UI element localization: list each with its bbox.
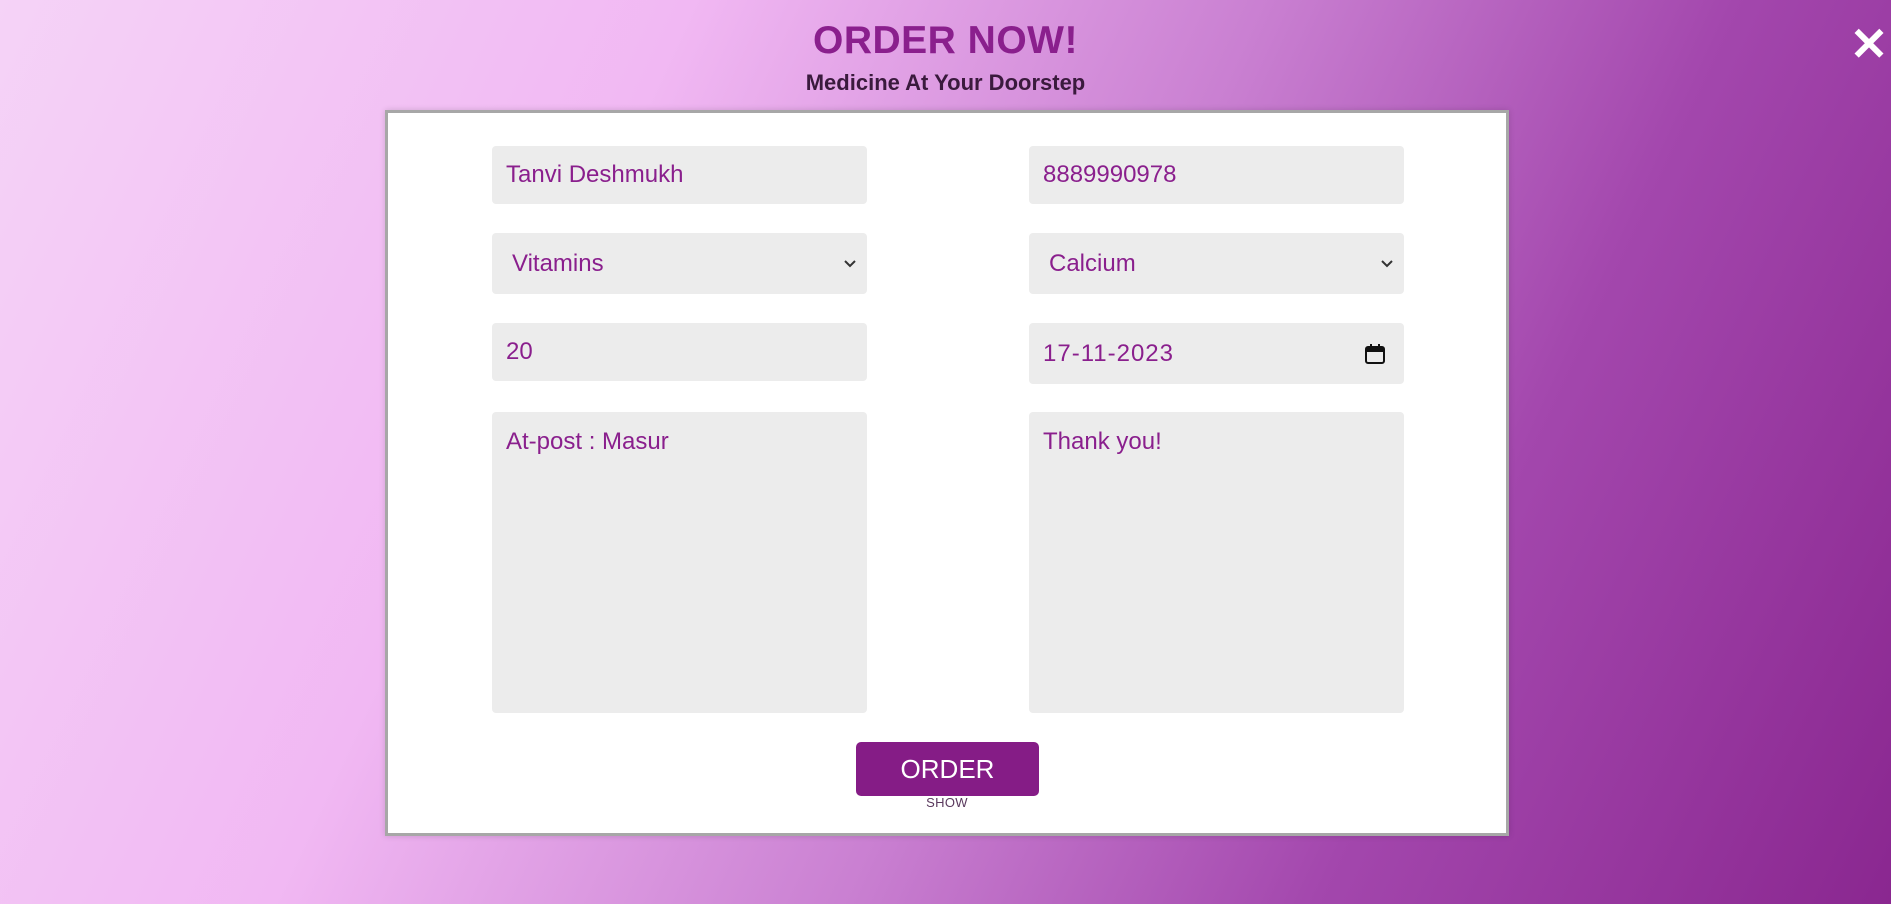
date-input[interactable]: 17-11-2023 [1029,323,1404,384]
order-button[interactable]: ORDER [856,742,1039,796]
name-value: Tanvi Deshmukh [506,161,684,188]
order-button-label: ORDER [900,753,995,784]
quantity-value: 20 [506,338,533,365]
message-value: Thank you! [1043,428,1162,455]
show-link[interactable]: SHOW [388,795,1506,810]
quantity-input[interactable]: 20 [492,323,867,381]
category-selected-value: Vitamins [512,249,604,277]
product-select[interactable]: Calcium [1029,233,1404,294]
chevron-down-icon [1378,255,1396,273]
message-textarea[interactable]: Thank you! [1029,412,1404,713]
order-form-card: Tanvi Deshmukh 8889990978 Vitamins Calci… [385,110,1509,836]
page-subtitle: Medicine At Your Doorstep [805,70,1086,95]
address-value: At-post : Masur [506,428,669,455]
product-selected-value: Calcium [1049,249,1136,277]
name-input[interactable]: Tanvi Deshmukh [492,146,867,204]
chevron-down-icon [841,255,859,273]
phone-input[interactable]: 8889990978 [1029,146,1404,204]
address-textarea[interactable]: At-post : Masur [492,412,867,713]
date-value: 17-11-2023 [1043,339,1174,367]
page-header: ORDER NOW! Medicine At Your Doorstep [0,18,1891,98]
phone-value: 8889990978 [1043,161,1177,188]
calendar-icon[interactable] [1362,341,1388,367]
category-select[interactable]: Vitamins [492,233,867,294]
page-title: ORDER NOW! [813,19,1078,62]
